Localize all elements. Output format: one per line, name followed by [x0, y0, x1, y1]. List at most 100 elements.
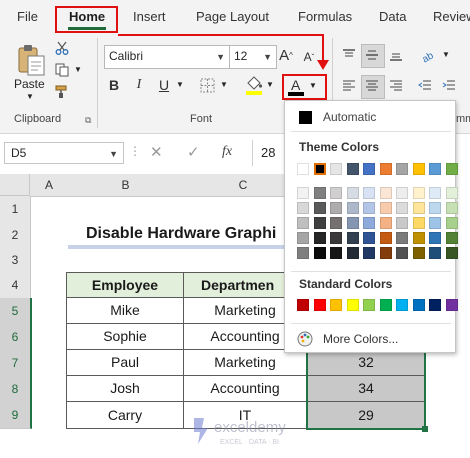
theme-shade-swatch[interactable]	[412, 217, 425, 229]
theme-shade-swatch[interactable]	[363, 217, 375, 229]
increase-indent-icon[interactable]	[440, 77, 458, 95]
tab-insert[interactable]: Insert	[133, 9, 166, 24]
theme-shade-swatch[interactable]	[297, 217, 309, 229]
theme-shade-swatch[interactable]	[346, 247, 359, 259]
enter-check-icon[interactable]: ✓	[187, 143, 200, 161]
more-colors-button[interactable]: More Colors...	[295, 329, 445, 349]
theme-shade-swatch[interactable]	[412, 247, 425, 259]
tab-review[interactable]: Review	[433, 9, 470, 24]
theme-shade-swatch[interactable]	[445, 217, 458, 229]
theme-color-swatch[interactable]	[445, 163, 458, 175]
font-color-button[interactable]: A	[286, 77, 306, 97]
name-box[interactable]: D5 ▼	[4, 142, 124, 164]
row-header-6[interactable]: 6	[0, 324, 32, 351]
theme-shade-swatch[interactable]	[330, 202, 342, 214]
theme-shade-swatch[interactable]	[445, 187, 458, 199]
theme-shade-swatch[interactable]	[429, 247, 441, 259]
align-right-icon[interactable]	[387, 77, 405, 95]
borders-button[interactable]	[198, 76, 216, 94]
theme-color-swatch[interactable]	[379, 163, 392, 175]
chevron-down-icon[interactable]: ▼	[442, 50, 450, 59]
theme-color-swatch[interactable]	[412, 163, 425, 175]
standard-color-swatch[interactable]	[429, 299, 441, 311]
header-employee[interactable]: Employee	[66, 272, 184, 298]
standard-color-swatch[interactable]	[445, 299, 458, 311]
theme-shade-swatch[interactable]	[396, 202, 408, 214]
theme-shade-swatch[interactable]	[346, 187, 359, 199]
chevron-down-icon[interactable]: ▼	[220, 80, 228, 89]
align-bottom-icon[interactable]	[387, 46, 405, 64]
theme-shade-swatch[interactable]	[379, 202, 392, 214]
font-name-combo[interactable]: Calibri ▼	[104, 45, 230, 69]
theme-shade-swatch[interactable]	[330, 247, 342, 259]
increase-font-size-icon[interactable]: A ^	[277, 45, 295, 65]
fill-handle[interactable]	[422, 426, 428, 432]
theme-shade-swatch[interactable]	[412, 232, 425, 244]
chevron-down-icon[interactable]: ▼	[26, 92, 34, 101]
theme-shade-swatch[interactable]	[330, 217, 342, 229]
chevron-down-icon[interactable]: ▼	[266, 80, 274, 89]
align-middle-icon[interactable]	[363, 46, 381, 64]
underline-icon[interactable]: U	[155, 75, 173, 95]
theme-color-swatch[interactable]	[396, 163, 408, 175]
theme-shade-swatch[interactable]	[429, 217, 441, 229]
theme-shade-swatch[interactable]	[396, 232, 408, 244]
standard-color-swatch[interactable]	[396, 299, 408, 311]
theme-shade-swatch[interactable]	[330, 187, 342, 199]
theme-shade-swatch[interactable]	[379, 187, 392, 199]
cell-employee[interactable]: Carry	[66, 401, 184, 429]
cell-employee[interactable]: Sophie	[66, 323, 184, 350]
theme-color-swatch[interactable]	[297, 163, 309, 175]
theme-shade-swatch[interactable]	[346, 232, 359, 244]
cut-button[interactable]	[54, 40, 70, 56]
theme-shade-swatch[interactable]	[297, 187, 309, 199]
align-left-icon[interactable]	[340, 77, 358, 95]
align-center-icon[interactable]	[363, 77, 381, 95]
theme-shade-swatch[interactable]	[346, 217, 359, 229]
sheet-title[interactable]: Disable Hardware Graphi	[68, 222, 298, 246]
decrease-indent-icon[interactable]	[416, 77, 434, 95]
cell-employee[interactable]: Paul	[66, 349, 184, 376]
row-header-5[interactable]: 5	[0, 298, 32, 325]
standard-color-swatch[interactable]	[330, 299, 342, 311]
theme-shade-swatch[interactable]	[445, 232, 458, 244]
decrease-font-size-icon[interactable]: Aˇ	[300, 47, 318, 67]
row-header-9[interactable]: 9	[0, 402, 32, 429]
cell-employee[interactable]: Josh	[66, 375, 184, 402]
row-header-7[interactable]: 7	[0, 350, 32, 377]
chevron-down-icon[interactable]: ▼	[74, 65, 82, 74]
row-header-4[interactable]: 4	[0, 272, 31, 299]
column-header-a[interactable]: A	[30, 174, 69, 197]
chevron-down-icon[interactable]: ▼	[309, 81, 317, 90]
select-all-corner[interactable]	[0, 174, 30, 196]
theme-shade-swatch[interactable]	[363, 187, 375, 199]
bold-icon[interactable]: B	[105, 75, 123, 95]
chevron-down-icon[interactable]: ▼	[176, 80, 184, 89]
cell-department[interactable]: Marketing	[183, 349, 307, 376]
cancel-icon[interactable]: ✕	[150, 143, 163, 161]
cell-department[interactable]: Accounting	[183, 375, 307, 402]
paste-button[interactable]	[14, 42, 48, 78]
automatic-color-option[interactable]: Automatic	[295, 109, 451, 127]
row-header-8[interactable]: 8	[0, 376, 32, 403]
font-size-combo[interactable]: 12 ▼	[229, 45, 277, 69]
theme-color-swatch[interactable]	[312, 162, 327, 176]
theme-shade-swatch[interactable]	[330, 232, 342, 244]
theme-shade-swatch[interactable]	[297, 232, 309, 244]
row-header-2[interactable]: 2	[0, 222, 31, 249]
theme-shade-swatch[interactable]	[379, 232, 392, 244]
copy-button[interactable]	[54, 62, 70, 78]
standard-color-swatch[interactable]	[363, 299, 375, 311]
dialog-launcher-icon[interactable]: ⧉	[85, 115, 91, 126]
standard-color-swatch[interactable]	[379, 299, 392, 311]
insert-function-icon[interactable]: fx	[222, 144, 232, 160]
theme-shade-swatch[interactable]	[429, 202, 441, 214]
standard-color-swatch[interactable]	[313, 299, 326, 311]
theme-shade-swatch[interactable]	[297, 247, 309, 259]
theme-shade-swatch[interactable]	[396, 217, 408, 229]
theme-shade-swatch[interactable]	[313, 217, 326, 229]
theme-shade-swatch[interactable]	[313, 232, 326, 244]
italic-icon[interactable]: I	[130, 75, 148, 95]
theme-color-swatch[interactable]	[429, 163, 441, 175]
standard-color-swatch[interactable]	[412, 299, 425, 311]
